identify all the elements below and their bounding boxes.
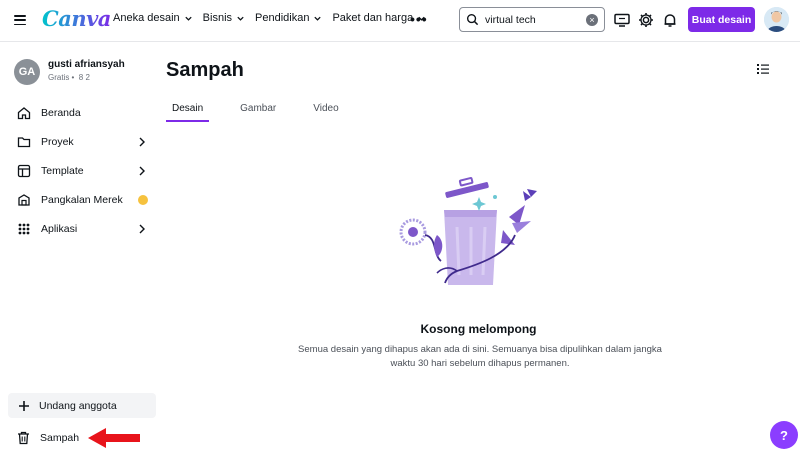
sidebar-item-aplikasi[interactable]: Aplikasi xyxy=(0,215,157,243)
chevron-right-icon xyxy=(139,166,145,176)
tab-gambar[interactable]: Gambar xyxy=(234,101,282,122)
clear-search-icon[interactable]: × xyxy=(586,14,598,26)
nav-label: Paket dan harga xyxy=(332,12,414,24)
sidebar-item-label: Aplikasi xyxy=(41,223,78,235)
sidebar-item-proyek[interactable]: Proyek xyxy=(0,128,157,156)
sidebar-item-label: Sampah xyxy=(40,432,80,444)
nav-bisnis[interactable]: Bisnis xyxy=(203,12,245,24)
invite-members-button[interactable]: Undang anggota xyxy=(8,393,156,418)
page-title: Sampah xyxy=(166,59,244,81)
apps-icon xyxy=(18,223,30,235)
nav-aneka-desain[interactable]: Aneka desain xyxy=(113,12,193,24)
profile-name: gusti afriansyah xyxy=(48,59,125,70)
sidebar-item-label: Proyek xyxy=(41,136,74,148)
monitor-icon[interactable] xyxy=(613,11,631,29)
empty-trash-illustration-icon xyxy=(399,177,537,285)
nav-label: Pendidikan xyxy=(255,12,310,24)
premium-badge xyxy=(138,195,148,205)
canva-logo[interactable]: Canva xyxy=(42,6,111,31)
main-nav: Aneka desain Bisnis Pendidikan Paket dan… xyxy=(113,12,436,24)
tab-desain[interactable]: Desain xyxy=(166,101,210,122)
profile-info: gusti afriansyah Gratis • ‍ 8 2 xyxy=(48,59,125,82)
chevron-right-icon xyxy=(139,137,145,147)
tab-bar: Desain Gambar Video xyxy=(166,101,370,122)
template-icon xyxy=(17,164,31,178)
sidebar-item-label: Pangkalan Merek xyxy=(41,194,123,206)
nav-label: Bisnis xyxy=(202,12,233,24)
brand-icon xyxy=(18,194,30,206)
list-view-icon[interactable] xyxy=(757,63,769,75)
chevron-down-icon xyxy=(237,16,244,21)
home-icon xyxy=(17,107,31,120)
invite-label: Undang anggota xyxy=(39,399,117,412)
empty-state-description: Semua desain yang dihapus akan ada di si… xyxy=(298,344,662,369)
top-bar: Canva Aneka desain Bisnis Pendidikan Pak… xyxy=(0,0,800,42)
empty-state-title: Kosong melompong xyxy=(420,322,537,336)
sidebar-item-template[interactable]: Template xyxy=(0,157,157,185)
bell-icon[interactable] xyxy=(661,11,679,29)
sidebar-item-label: Beranda xyxy=(41,107,81,119)
more-icon[interactable]: ••• xyxy=(410,12,428,26)
sidebar-item-label: Template xyxy=(41,165,84,177)
profile-plan: Gratis • ‍ 8 2 xyxy=(48,73,90,82)
profile-avatar: GA xyxy=(14,59,40,85)
user-photo-icon xyxy=(764,7,789,32)
chevron-down-icon xyxy=(314,16,322,21)
create-design-button[interactable]: Buat desain xyxy=(688,7,755,32)
sidebar-item-beranda[interactable]: Beranda xyxy=(0,99,157,127)
search-input[interactable] xyxy=(485,13,585,26)
menu-icon[interactable] xyxy=(12,12,28,28)
help-button[interactable]: ? xyxy=(770,421,798,449)
red-arrow-annotation-icon xyxy=(88,428,140,448)
gear-icon[interactable] xyxy=(637,11,655,29)
plus-icon xyxy=(19,400,29,411)
search-icon xyxy=(466,13,479,26)
folder-icon xyxy=(17,137,31,148)
trash-icon xyxy=(18,431,29,445)
sidebar: GA gusti afriansyah Gratis • ‍ 8 2 Beran… xyxy=(0,43,157,465)
sidebar-item-pangkalan-merek[interactable]: Pangkalan Merek xyxy=(0,186,157,214)
nav-pendidikan[interactable]: Pendidikan xyxy=(255,12,322,24)
main-content: Sampah Desain Gambar Video Kosong melomp… xyxy=(157,43,800,465)
avatar[interactable] xyxy=(764,7,789,32)
chevron-down-icon xyxy=(185,16,192,21)
nav-label: Aneka desain xyxy=(113,12,180,24)
search-box[interactable]: × xyxy=(459,7,605,32)
profile[interactable]: GA gusti afriansyah Gratis • ‍ 8 2 xyxy=(14,59,125,85)
tab-video[interactable]: Video xyxy=(307,101,344,122)
chevron-right-icon xyxy=(139,224,145,234)
